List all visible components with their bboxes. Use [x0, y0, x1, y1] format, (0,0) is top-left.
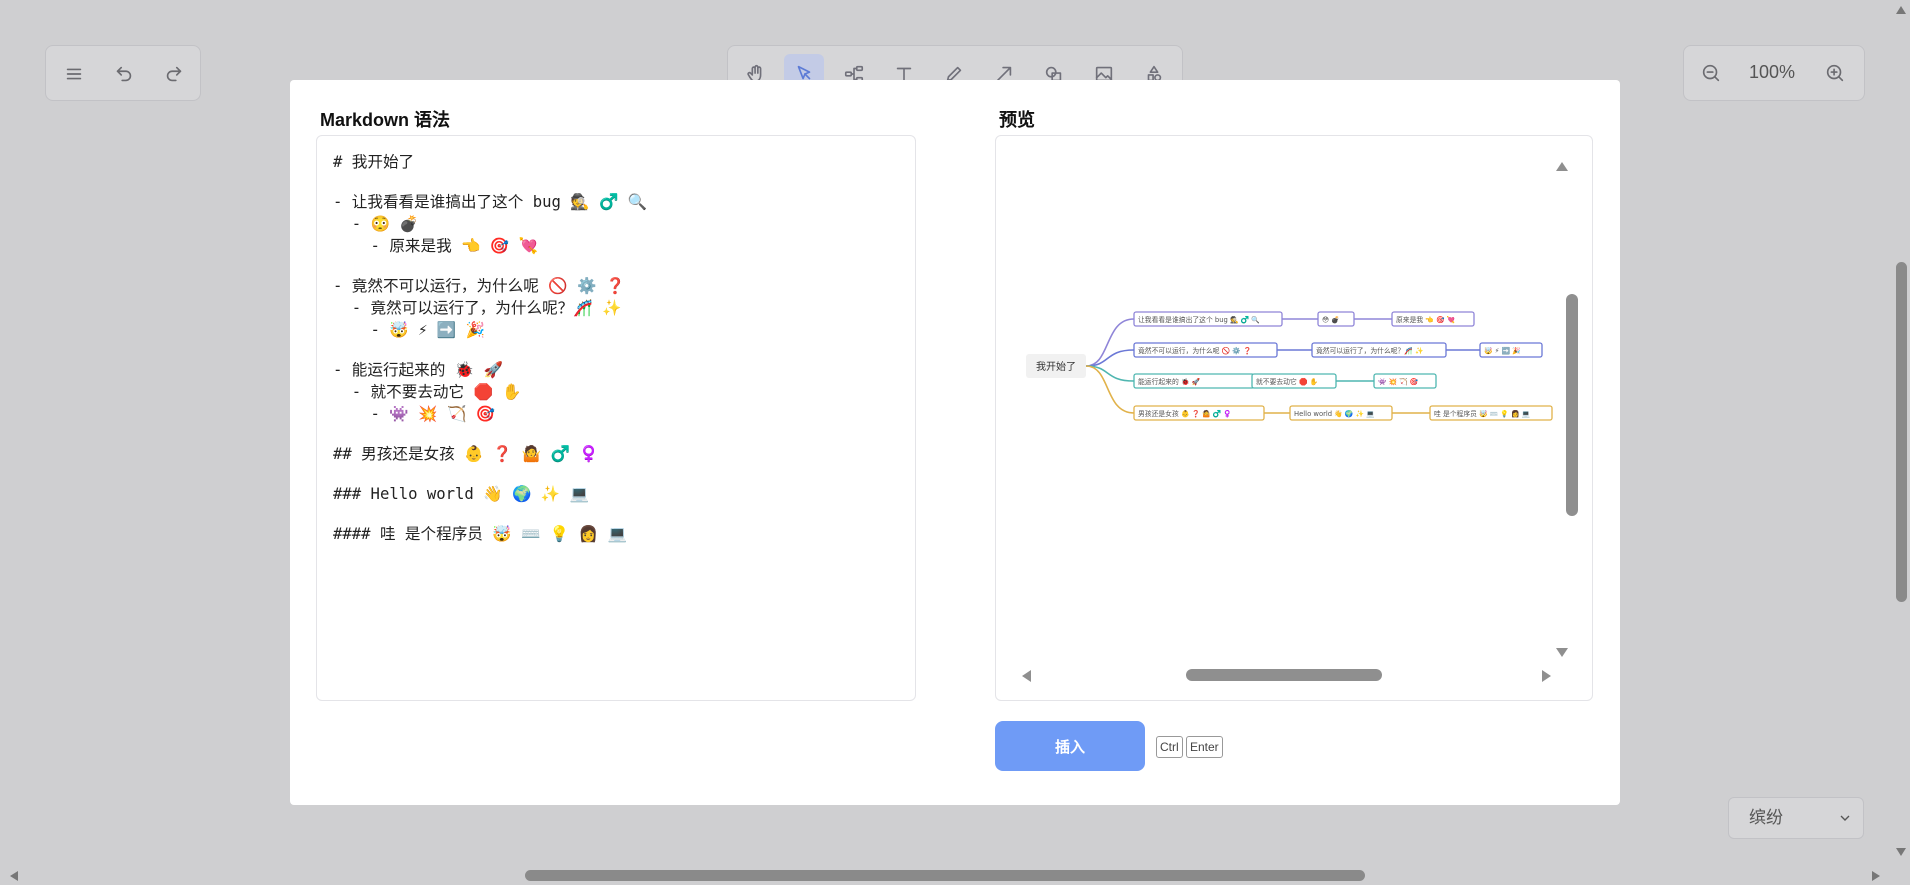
mindmap-preview[interactable]: 我开始了 让我看看是谁搞出了这个 bug 🕵️ ♂️ 🔍 😳 💣 原来是我 👈 🎯 💘… — [995, 135, 1593, 701]
mindmap-node-label: 🤯 ⚡ ➡️ 🎉 — [1484, 346, 1521, 355]
markdown-line: - 竟然可以运行了，为什么呢？🎢 ✨ — [333, 299, 622, 317]
preview-hscroll-thumb[interactable] — [1186, 669, 1382, 681]
mindmap-branch-line — [1085, 365, 1135, 414]
mindmap-node-label: 就不要去动它 🛑 ✋ — [1256, 377, 1318, 386]
markdown-line: - 就不要去动它 🛑 ✋ — [333, 383, 522, 401]
menu-icon[interactable] — [54, 54, 94, 94]
mindmap-node-label: 让我看看是谁搞出了这个 bug 🕵️ ♂️ 🔍 — [1138, 315, 1260, 324]
markdown-line: - 竟然不可以运行，为什么呢 🚫 ⚙️ ❓ — [333, 277, 626, 295]
mindmap-node-label: 竟然不可以运行，为什么呢 🚫 ⚙️ ❓ — [1138, 346, 1251, 355]
preview-title: 预览 — [999, 110, 1035, 130]
markdown-line: - 让我看看是谁搞出了这个 bug 🕵️ ♂️ 🔍 — [333, 193, 648, 211]
markdown-line: - 能运行起来的 🐞 🚀 — [333, 361, 503, 379]
scroll-down-icon[interactable] — [1556, 648, 1568, 657]
markdown-line: - 原来是我 👈 🎯 💘 — [333, 237, 539, 255]
markdown-editor[interactable]: # 我开始了 - 让我看看是谁搞出了这个 bug 🕵️ ♂️ 🔍 - 😳 💣 - … — [316, 135, 916, 701]
mindmap-node-label: Hello world 👋 🌍 ✨ 💻 — [1294, 409, 1375, 418]
preview-vscroll[interactable] — [1566, 160, 1578, 660]
scroll-right-icon[interactable] — [1542, 670, 1551, 682]
markdown-line: - 😳 💣 — [333, 215, 419, 233]
shortcut-enter: Enter — [1186, 736, 1223, 758]
mindmap-node-label: 哇 是个程序员 🤯 ⌨️ 💡 👩 💻 — [1434, 409, 1531, 418]
mindmap-node-label: 👾 💥 🏹 🎯 — [1378, 377, 1419, 386]
theme-select-value: 缤纷 — [1749, 808, 1783, 828]
mindmap-node-label: 竟然可以运行了，为什么呢？🎢 ✨ — [1316, 346, 1424, 355]
markdown-line: #### 哇 是个程序员 🤯 ⌨️ 💡 👩 💻 — [333, 525, 627, 543]
theme-select[interactable]: 缤纷 — [1728, 797, 1864, 839]
import-markdown-dialog: Markdown 语法 预览 # 我开始了 - 让我看看是谁搞出了这个 bug 🕵… — [290, 80, 1620, 805]
undo-icon[interactable] — [104, 54, 144, 94]
zoom-in-icon[interactable] — [1815, 53, 1855, 93]
markdown-line: # 我开始了 — [333, 153, 415, 171]
markdown-line: ## 男孩还是女孩 👶 ❓ 🤷 ♂️ ♀️ — [333, 445, 599, 463]
markdown-title: Markdown 语法 — [320, 110, 451, 130]
mindmap-canvas: 我开始了 让我看看是谁搞出了这个 bug 🕵️ ♂️ 🔍 😳 💣 原来是我 👈 🎯 💘… — [1026, 311, 1553, 421]
markdown-line: - 🤯 ⚡ ➡️ 🎉 — [333, 321, 486, 339]
scroll-left-icon[interactable] — [1022, 670, 1031, 682]
mindmap-branch-line — [1085, 318, 1135, 367]
page-scroll-down-icon[interactable] — [1896, 848, 1906, 856]
mindmap-node-label: 男孩还是女孩 👶 ❓ 🤷 ♂️ ♀️ — [1138, 409, 1232, 418]
insert-button[interactable]: 插入 — [995, 721, 1145, 771]
mindmap-node-label: 原来是我 👈 🎯 💘 — [1396, 315, 1456, 324]
mindmap-node-label: 😳 💣 — [1322, 315, 1340, 324]
markdown-line: - 👾 💥 🏹 🎯 — [333, 405, 496, 423]
history-toolbar — [45, 45, 201, 101]
mindmap-root-label: 我开始了 — [1036, 360, 1076, 373]
page-scroll-right-icon[interactable] — [1872, 871, 1880, 881]
shortcut-ctrl: Ctrl — [1156, 736, 1183, 758]
mindmap-node-label: 能运行起来的 🐞 🚀 — [1138, 377, 1201, 386]
page-scroll-left-icon[interactable] — [10, 871, 18, 881]
redo-icon[interactable] — [154, 54, 194, 94]
zoom-level: 100% — [1749, 62, 1796, 82]
page-scroll-up-icon[interactable] — [1896, 6, 1906, 14]
page-hscroll-thumb[interactable] — [525, 870, 1365, 881]
preview-vscroll-thumb[interactable] — [1566, 294, 1578, 516]
page-vscroll-thumb[interactable] — [1896, 262, 1907, 602]
zoom-out-icon[interactable] — [1691, 53, 1731, 93]
markdown-line: ### Hello world 👋 🌍 ✨ 💻 — [333, 485, 590, 503]
chevron-down-icon — [1840, 815, 1850, 821]
